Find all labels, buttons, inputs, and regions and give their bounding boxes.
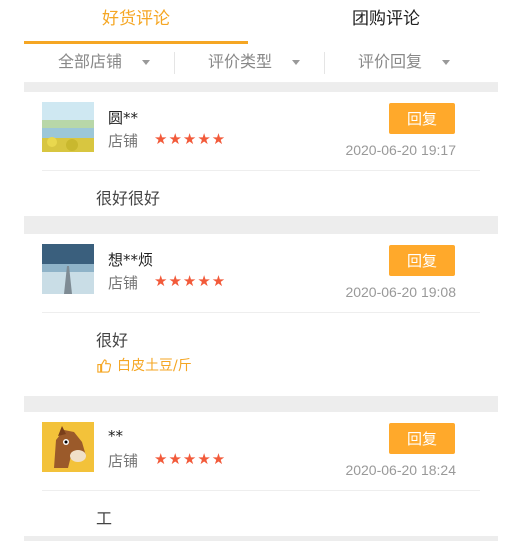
divider <box>42 312 480 313</box>
caret-down-icon <box>442 60 451 65</box>
thumbs-up-icon <box>97 359 112 373</box>
review-page: 好货评论 团购评论 全部店铺 评价类型 评价回复 圆** 店铺 ★★★★★ 回复… <box>24 0 498 541</box>
filter-review-type[interactable]: 评价类型 <box>208 44 301 82</box>
filter-divider <box>174 52 175 74</box>
filter-review-reply[interactable]: 评价回复 <box>358 44 451 82</box>
filter-review-reply-label: 评价回复 <box>358 52 423 71</box>
reply-button[interactable]: 回复 <box>389 103 455 134</box>
section-gap <box>24 83 498 92</box>
avatar <box>42 422 94 472</box>
section-gap <box>24 396 498 412</box>
store-label: 店铺 <box>108 452 139 470</box>
reply-button[interactable]: 回复 <box>389 423 455 454</box>
rating-stars: ★★★★★ <box>154 272 227 290</box>
avatar <box>42 102 94 152</box>
filter-all-stores-label: 全部店铺 <box>58 52 123 71</box>
tab-bar: 好货评论 团购评论 <box>24 0 498 44</box>
tab-goods-reviews[interactable]: 好货评论 <box>24 0 248 44</box>
review-item: ** 店铺 ★★★★★ 回复 2020-06-20 18:24 工 <box>24 412 498 536</box>
review-item: 想**烦 店铺 ★★★★★ 回复 2020-06-20 19:08 很好 白皮土… <box>24 234 498 396</box>
review-time: 2020-06-20 19:17 <box>345 142 456 158</box>
filter-divider <box>324 52 325 74</box>
divider <box>42 170 480 171</box>
reviewer-name: 圆** <box>108 109 139 127</box>
review-item: 圆** 店铺 ★★★★★ 回复 2020-06-20 19:17 很好很好 <box>24 92 498 216</box>
avatar <box>42 244 94 294</box>
review-content: 工 <box>96 509 113 528</box>
caret-down-icon <box>142 60 151 65</box>
review-time: 2020-06-20 18:24 <box>345 462 456 478</box>
reviewer-name: 想**烦 <box>108 251 154 269</box>
filter-bar: 全部店铺 评价类型 评价回复 <box>24 44 498 83</box>
rating-stars: ★★★★★ <box>154 130 227 148</box>
section-gap <box>24 536 498 541</box>
caret-down-icon <box>292 60 301 65</box>
review-time: 2020-06-20 19:08 <box>345 284 456 300</box>
filter-all-stores[interactable]: 全部店铺 <box>58 44 151 82</box>
reply-button[interactable]: 回复 <box>389 245 455 276</box>
store-label: 店铺 <box>108 132 139 150</box>
review-content: 很好很好 <box>96 189 161 208</box>
section-gap <box>24 216 498 234</box>
tab-group-buy-reviews[interactable]: 团购评论 <box>274 0 498 44</box>
store-label: 店铺 <box>108 274 139 292</box>
review-content: 很好 <box>96 331 129 350</box>
reviewer-name: ** <box>108 427 123 445</box>
product-name: 白皮土豆/斤 <box>117 358 192 374</box>
product-tag[interactable]: 白皮土豆/斤 <box>96 355 192 375</box>
divider <box>42 490 480 491</box>
filter-review-type-label: 评价类型 <box>208 52 273 71</box>
rating-stars: ★★★★★ <box>154 450 227 468</box>
